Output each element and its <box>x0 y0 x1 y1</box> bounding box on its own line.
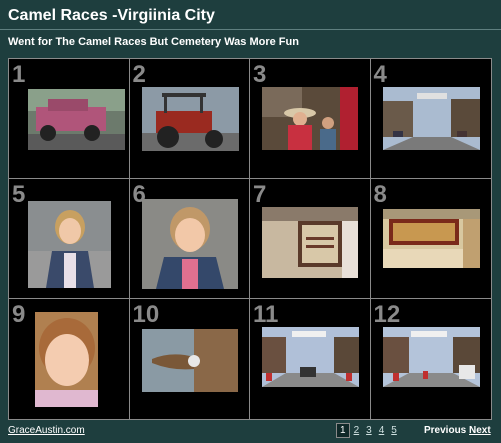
thumbnail-cell[interactable]: 7 <box>250 179 371 299</box>
thumbnail-cell[interactable]: 10 <box>130 299 250 419</box>
thumbnail-image[interactable] <box>382 327 480 387</box>
page-link-3[interactable]: 3 <box>363 424 375 437</box>
thumbnail-cell[interactable]: 9 <box>9 299 130 419</box>
thumbnail-image[interactable] <box>28 201 111 288</box>
thumbnail-cell[interactable]: 2 <box>129 59 250 179</box>
thumbnail-cell[interactable]: 3 <box>250 59 371 179</box>
site-link[interactable]: GraceAustin.com <box>8 425 85 436</box>
thumbnail-number: 4 <box>373 61 387 88</box>
thumbnail-image[interactable] <box>262 327 359 387</box>
thumbnail-cell[interactable]: 6 <box>129 179 250 299</box>
thumbnail-number: 12 <box>373 301 401 328</box>
thumbnail-image[interactable] <box>382 209 480 268</box>
thumbnail-image[interactable] <box>262 207 358 278</box>
next-button[interactable]: Next <box>469 425 491 436</box>
pagination: 1 2 3 4 5 <box>336 423 401 438</box>
page-link-5[interactable]: 5 <box>388 424 400 437</box>
thumbnail-cell[interactable]: 4 <box>370 59 491 179</box>
page-title: Camel Races -Virgiinia City <box>8 7 215 24</box>
thumbnail-image[interactable] <box>35 312 98 407</box>
page-link-4[interactable]: 4 <box>376 424 388 437</box>
thumbnail-cell[interactable]: 5 <box>9 179 130 299</box>
thumbnail-number: 7 <box>253 181 267 208</box>
thumbnail-number: 8 <box>373 181 387 208</box>
thumbnail-number: 3 <box>253 61 267 88</box>
thumbnail-image[interactable] <box>262 87 358 150</box>
thumbnail-image[interactable] <box>141 329 238 392</box>
thumbnail-cell[interactable]: 12 <box>371 299 492 419</box>
thumbnail-cell[interactable]: 1 <box>9 59 130 179</box>
page-subtitle: Went for The Camel Races But Cemetery Wa… <box>8 36 299 48</box>
title-divider <box>0 29 501 30</box>
thumbnail-image[interactable] <box>141 199 238 289</box>
thumbnail-image[interactable] <box>141 87 239 151</box>
page-link-1[interactable]: 1 <box>336 423 350 438</box>
thumbnail-number: 2 <box>132 61 146 88</box>
thumbnail-grid: 1 2 3 4 5 6 7 8 9 10 11 12 <box>8 58 492 420</box>
thumbnail-cell[interactable]: 8 <box>370 179 491 299</box>
thumbnail-number: 11 <box>253 301 279 328</box>
thumbnail-number: 9 <box>12 301 26 328</box>
thumbnail-number: 10 <box>132 301 160 328</box>
thumbnail-number: 5 <box>12 181 26 208</box>
page-link-2[interactable]: 2 <box>351 424 363 437</box>
thumbnail-cell[interactable]: 11 <box>250 299 371 419</box>
thumbnail-image[interactable] <box>28 89 125 150</box>
previous-button[interactable]: Previous <box>424 425 466 436</box>
thumbnail-number: 1 <box>12 61 26 88</box>
thumbnail-image[interactable] <box>382 87 480 150</box>
